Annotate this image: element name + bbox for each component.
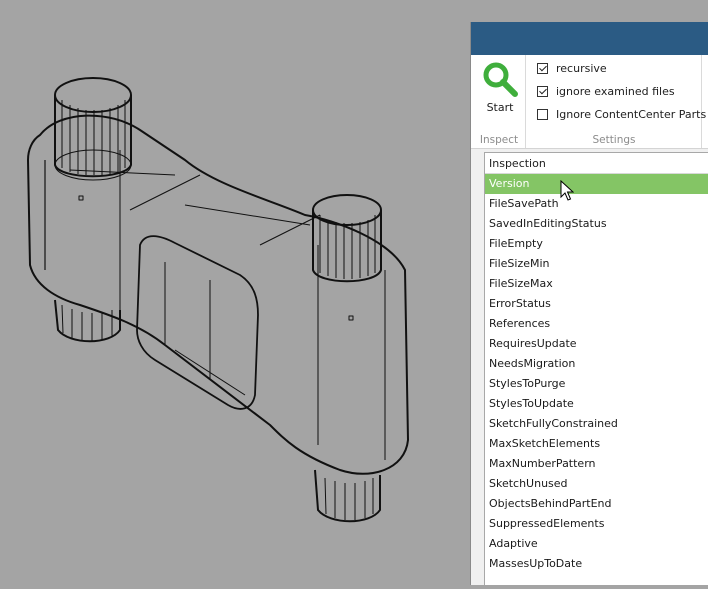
settings-group-label: Settings [592,134,636,146]
inspection-list-item[interactable]: RequiresUpdate [485,334,708,354]
inspection-list-item[interactable]: NeedsMigration [485,354,708,374]
inspection-list-item[interactable]: ObjectsBehindPartEnd [485,494,708,514]
inspection-list-item[interactable]: StylesToPurge [485,374,708,394]
inspection-list-item[interactable]: SketchFullyConstrained [485,414,708,434]
inspection-list-item[interactable]: SavedInEditingStatus [485,214,708,234]
cad-part-drawing [27,77,409,523]
inspection-panel: Start Inspect recursive ignore examined … [470,22,708,585]
inspection-list-item[interactable]: References [485,314,708,334]
inspection-list-item[interactable]: SketchUnused [485,474,708,494]
inspection-list-item[interactable]: MaxSketchElements [485,434,708,454]
ignore-examined-files-option[interactable]: ignore examined files [537,83,675,99]
inspection-list-header: Inspection [485,153,708,174]
ignore-examined-files-label: ignore examined files [556,84,675,98]
inspection-list-item[interactable]: Adaptive [485,534,708,554]
ignore-contentcenter-parts-option[interactable]: Ignore ContentCenter Parts [537,106,706,122]
inspection-list-item[interactable]: FileEmpty [485,234,708,254]
ignore-contentcenter-parts-label: Ignore ContentCenter Parts [556,107,707,121]
magnifier-icon [483,62,518,97]
inspection-list-item[interactable]: SuppressedElements [485,514,708,534]
recursive-option[interactable]: recursive [537,60,607,76]
inspection-list-item[interactable]: FileSavePath [485,194,708,214]
inspection-list-item[interactable]: FileSizeMin [485,254,708,274]
inspection-list-item[interactable]: MaxNumberPattern [485,454,708,474]
ribbon: Start Inspect recursive ignore examined … [471,55,708,149]
ribbon-group-inspect: Start Inspect [473,55,526,148]
ribbon-group-settings: recursive ignore examined files Ignore C… [527,55,706,148]
inspection-list-item[interactable]: MassesUpToDate [485,554,708,574]
inspect-group-label: Inspect [479,134,519,146]
recursive-checkbox[interactable] [537,62,548,74]
ignore-examined-files-checkbox[interactable] [537,85,548,97]
cad-viewport[interactable] [0,0,470,585]
inspection-list-item[interactable]: ErrorStatus [485,294,708,314]
panel-titlebar[interactable] [471,22,708,55]
ignore-contentcenter-parts-checkbox[interactable] [537,108,548,120]
recursive-label: recursive [556,61,607,75]
inspection-list[interactable]: Inspection Version FileSavePath SavedInEdi… [484,152,708,585]
inspection-list-item[interactable]: StylesToUpdate [485,394,708,414]
start-button[interactable]: Start [477,58,523,124]
inspection-list-item[interactable]: Version [485,174,708,194]
inspection-items: Version FileSavePath SavedInEditingStatus F… [485,174,708,574]
start-button-label: Start [486,101,514,114]
inspection-list-item[interactable]: FileSizeMax [485,274,708,294]
